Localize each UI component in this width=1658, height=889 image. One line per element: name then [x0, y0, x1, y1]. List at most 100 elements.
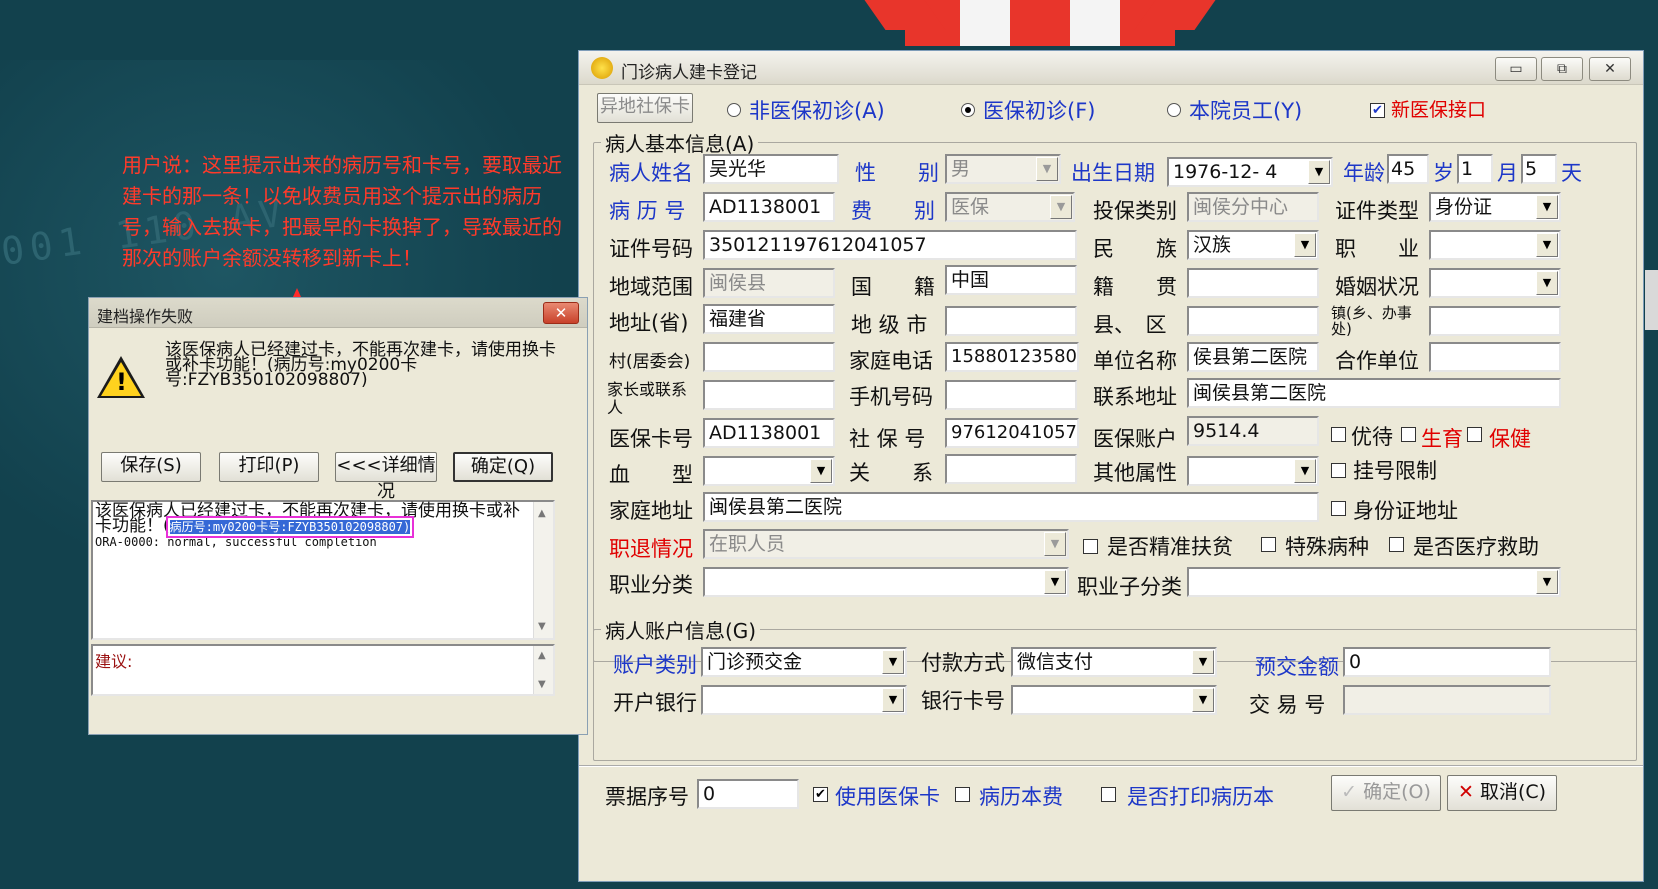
id-no-field[interactable]: 350121197612041057: [703, 230, 1077, 260]
chevron-down-icon: ▼: [1294, 233, 1316, 257]
radio-non-insured[interactable]: [727, 103, 741, 117]
village-field[interactable]: [703, 342, 835, 372]
maximize-button[interactable]: ⧉: [1541, 57, 1583, 81]
prepay-field[interactable]: 0: [1343, 647, 1551, 677]
employer-field[interactable]: 侯县第二医院: [1187, 342, 1319, 372]
sex-label: 性 别: [855, 161, 939, 185]
province-field[interactable]: 福建省: [703, 304, 835, 334]
chevron-down-icon: ▼: [1192, 650, 1214, 674]
account-type-select[interactable]: 门诊预交金 ▼: [701, 647, 907, 677]
marital-select[interactable]: ▼: [1429, 268, 1561, 298]
ok-button[interactable]: ✓ 确定(O): [1331, 775, 1441, 811]
background-red-edge: [1645, 270, 1658, 330]
suggestion-scrollbar[interactable]: ▲ ▼: [533, 646, 553, 694]
minimize-button[interactable]: ▭: [1495, 57, 1537, 81]
reg-limit-label: 挂号限制: [1353, 459, 1437, 483]
poverty-checkbox[interactable]: [1083, 539, 1098, 554]
basic-info-title: 病人基本信息(A): [601, 128, 759, 157]
radio-insured[interactable]: [961, 103, 975, 117]
ss-field[interactable]: 97612041057: [945, 418, 1079, 448]
fee-select[interactable]: 医保 ▼: [945, 192, 1075, 222]
contact-addr-field[interactable]: 闽侯县第二医院: [1187, 378, 1561, 408]
special-checkbox[interactable]: [1261, 537, 1276, 552]
cancel-button[interactable]: ✕ 取消(C): [1447, 775, 1557, 811]
birth-date-field[interactable]: 1976-12- 4 ▼: [1167, 157, 1333, 187]
pay-select[interactable]: 微信支付 ▼: [1011, 647, 1217, 677]
bottom-divider: [579, 765, 1643, 767]
coop-label: 合作单位: [1335, 349, 1419, 373]
record-field[interactable]: AD1138001: [703, 192, 835, 222]
trade-field[interactable]: [1343, 685, 1551, 715]
radio-staff[interactable]: [1167, 103, 1181, 117]
app-icon: [591, 57, 613, 79]
ethnic-label: 民 族: [1093, 237, 1177, 261]
other-select[interactable]: ▼: [1187, 456, 1319, 486]
home-phone-field[interactable]: 15880123580: [945, 342, 1079, 372]
dialog-close-button[interactable]: ✕: [543, 302, 579, 324]
dialog-ok-button[interactable]: 确定(Q): [453, 452, 553, 482]
details-button[interactable]: <<<详细情况: [335, 452, 437, 502]
remote-card-button[interactable]: 异地社保卡: [597, 93, 693, 123]
day-field[interactable]: 5: [1521, 154, 1557, 184]
new-interface-checkbox[interactable]: ✔: [1370, 103, 1385, 118]
care-checkbox[interactable]: [1467, 427, 1482, 442]
record-fee-checkbox[interactable]: [955, 787, 970, 802]
priority-checkbox[interactable]: [1331, 427, 1346, 442]
chevron-down-icon: ▼: [1536, 195, 1558, 219]
blood-select[interactable]: ▼: [703, 456, 835, 486]
relation-label: 关 系: [849, 461, 933, 485]
chevron-down-icon: ▼: [1192, 688, 1214, 712]
nation-field[interactable]: 中国: [945, 265, 1077, 295]
detail-textarea[interactable]: 该医保病人已经建过卡，不能再次建卡，请使用换卡或补 卡功能！(病历号:my020…: [91, 500, 555, 640]
month-field[interactable]: 1: [1457, 154, 1493, 184]
suggestion-textarea[interactable]: 建议: ▲ ▼: [91, 644, 555, 696]
close-button[interactable]: ✕: [1589, 57, 1631, 81]
job-select[interactable]: ▼: [1429, 230, 1561, 260]
detail-scrollbar[interactable]: ▲ ▼: [533, 502, 553, 638]
print-button[interactable]: 打印(P): [219, 452, 319, 482]
town-label: 镇(乡、办事处): [1331, 304, 1412, 338]
bank-card-select[interactable]: ▼: [1011, 685, 1217, 715]
occ-class-select[interactable]: ▼: [703, 567, 1069, 597]
id-addr-checkbox[interactable]: [1331, 501, 1346, 516]
chevron-down-icon: ▼: [1308, 160, 1330, 184]
account-label: 医保账户: [1093, 427, 1177, 451]
age-field[interactable]: 45: [1387, 154, 1429, 184]
error-dialog: 建档操作失败 ✕ ! 该医保病人已经建过卡，不能再次建卡，请使用换卡 或补卡功能…: [88, 297, 588, 735]
reg-limit-checkbox[interactable]: [1331, 463, 1346, 478]
chevron-down-icon: ▼: [1294, 459, 1316, 483]
ethnic-select[interactable]: 汉族 ▼: [1187, 230, 1319, 260]
town-field[interactable]: [1429, 306, 1561, 336]
account-type-label: 账户类别: [613, 653, 697, 677]
coop-field[interactable]: [1429, 342, 1561, 372]
mobile-field[interactable]: [945, 380, 1077, 410]
print-record-checkbox[interactable]: [1101, 787, 1116, 802]
id-type-select[interactable]: 身份证 ▼: [1429, 192, 1561, 222]
native-field[interactable]: [1187, 268, 1319, 298]
relation-field[interactable]: [945, 454, 1077, 484]
region-field[interactable]: 闽侯县: [703, 268, 835, 298]
name-field[interactable]: 吴光华: [703, 154, 839, 184]
birth-label: 出生日期: [1071, 161, 1155, 185]
bank-select[interactable]: ▼: [701, 685, 907, 715]
guardian-field[interactable]: [703, 380, 835, 410]
occ-sub-label: 职业子分类: [1077, 575, 1182, 599]
sex-select[interactable]: 男 ▼: [945, 154, 1061, 184]
insure-type-label: 投保类别: [1093, 199, 1177, 223]
occ-sub-select[interactable]: ▼: [1187, 567, 1561, 597]
retire-select[interactable]: 在职人员 ▼: [703, 529, 1069, 559]
home-addr-field[interactable]: 闽侯县第二医院: [703, 492, 1319, 522]
save-button[interactable]: 保存(S): [101, 452, 201, 482]
city-field[interactable]: [945, 306, 1077, 336]
card-field[interactable]: AD1138001: [703, 418, 835, 448]
birth-checkbox[interactable]: [1401, 427, 1416, 442]
prepay-label: 预交金额: [1255, 655, 1339, 679]
insure-type-field[interactable]: 闽侯分中心: [1187, 192, 1319, 222]
account-field[interactable]: 9514.4: [1187, 416, 1319, 446]
county-field[interactable]: [1187, 306, 1319, 336]
aid-checkbox[interactable]: [1389, 537, 1404, 552]
receipt-field[interactable]: 0: [697, 779, 799, 809]
bank-card-label: 银行卡号: [921, 689, 1005, 713]
retire-label: 职退情况: [609, 537, 693, 561]
use-card-checkbox[interactable]: ✔: [813, 787, 828, 802]
